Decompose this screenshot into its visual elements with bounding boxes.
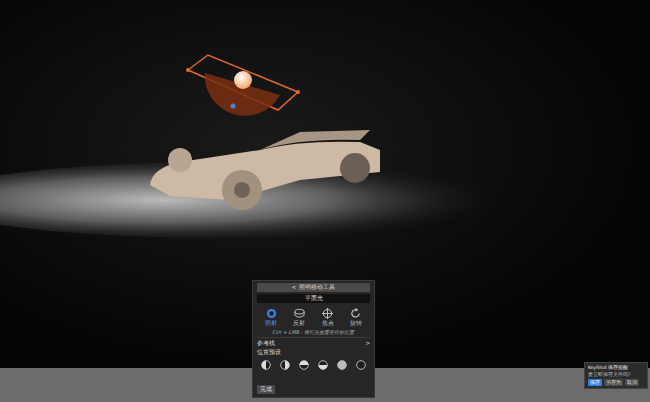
guides-section[interactable]: 参考线> bbox=[257, 340, 370, 347]
preset-left-icon[interactable] bbox=[261, 360, 271, 370]
done-button[interactable]: 完成 bbox=[257, 385, 275, 394]
hint-text: Ctrl + LMB：将灯光放置在目标位置 bbox=[257, 329, 370, 338]
light-move-panel: <照明移动工具 平面光 照射 反射 焦点 旋转 Ctrl + LMB：将灯光放置… bbox=[252, 280, 375, 398]
preset-row bbox=[257, 358, 370, 372]
target-icon bbox=[322, 308, 333, 319]
light-name: 平面光 bbox=[257, 294, 370, 303]
preset-top-icon[interactable] bbox=[299, 360, 309, 370]
notification-button[interactable]: 取消 bbox=[625, 379, 639, 386]
back-button[interactable]: <照明移动工具 bbox=[257, 283, 370, 292]
notification-title: KeyShot 保存提醒 bbox=[588, 365, 644, 370]
notification-message: 要立即保存文件吗? bbox=[588, 372, 644, 377]
mode-button[interactable]: 照射 bbox=[265, 308, 277, 327]
preset-bottom-icon[interactable] bbox=[318, 360, 328, 370]
presets-label: 位置预设 bbox=[257, 349, 370, 356]
mode-button[interactable]: 反射 bbox=[293, 308, 305, 327]
preset-none-icon[interactable] bbox=[356, 360, 366, 370]
mode-button[interactable]: 焦点 bbox=[322, 308, 334, 327]
notification-button[interactable]: 另存为 bbox=[604, 379, 623, 386]
keyshot-window: <照明移动工具 平面光 照射 反射 焦点 旋转 Ctrl + LMB：将灯光放置… bbox=[0, 0, 650, 402]
notification-button[interactable]: 保存 bbox=[588, 379, 602, 386]
reflect-icon bbox=[294, 308, 305, 319]
mode-row: 照射 反射 焦点 旋转 bbox=[257, 305, 370, 327]
preset-right-icon[interactable] bbox=[280, 360, 290, 370]
mode-button[interactable]: 旋转 bbox=[350, 308, 362, 327]
rotate-icon bbox=[350, 308, 361, 319]
save-notification: KeyShot 保存提醒 要立即保存文件吗? 保存另存为取消 bbox=[584, 362, 648, 389]
illuminate-icon bbox=[266, 308, 277, 319]
preset-full-icon[interactable] bbox=[337, 360, 347, 370]
light-manipulator[interactable] bbox=[186, 55, 300, 116]
car-shape bbox=[150, 130, 380, 210]
